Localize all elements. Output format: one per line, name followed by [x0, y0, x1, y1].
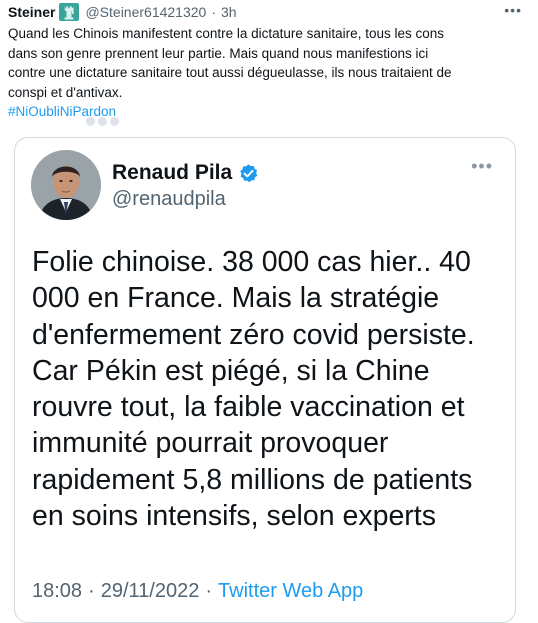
quoted-tweet-card[interactable]: Renaud Pila @renaudpila ••• Folie chinoi…: [14, 137, 516, 623]
quoted-text-line: rapidement 5,8 millions de patients: [32, 463, 473, 496]
author-name[interactable]: Steiner: [8, 4, 55, 20]
quoted-text-line: Folie chinoise. 38 000 cas hier.. 40: [32, 246, 471, 278]
quoted-author-handle[interactable]: @renaudpila: [112, 188, 226, 211]
tweet-text-line: conspi et d'antivax.: [8, 84, 123, 100]
tweet-text-line: dans son genre prennent leur partie. Mai…: [8, 45, 429, 61]
quoted-author-name[interactable]: Renaud Pila: [112, 161, 232, 185]
quoted-author-name-row[interactable]: Renaud Pila: [112, 161, 259, 185]
quoted-text-line: Car Pékin est piégé, si la Chine: [32, 354, 430, 387]
quoted-time[interactable]: 18:08: [32, 580, 82, 602]
quoted-tweet-meta: 18:08 · 29/11/2022 · Twitter Web App: [32, 580, 363, 603]
tweet: Steiner @Steiner61421320 · 3h ••• Quand …: [0, 0, 538, 623]
quoted-text-line: rouvre tout, la faible vaccination et: [32, 391, 465, 424]
quoted-tweet-text: Folie chinoise. 38 000 cas hier.. 40 000…: [32, 244, 502, 534]
avatar[interactable]: [31, 150, 101, 220]
meta-separator: ·: [205, 580, 213, 602]
statue-of-liberty-emoji-icon: [59, 3, 80, 21]
loading-dots-icon: [86, 113, 132, 126]
quoted-text-line: d'enfermement zéro covid persiste.: [32, 318, 475, 351]
tweet-text-line: contre une dictature sanitaire tout auss…: [8, 65, 452, 80]
tweet-text-line: Quand les Chinois manifestent contre la …: [8, 26, 444, 41]
quoted-more-options-icon[interactable]: •••: [471, 156, 493, 177]
source-link[interactable]: Twitter Web App: [218, 580, 363, 602]
verified-badge-icon: [240, 163, 258, 182]
quoted-date[interactable]: 29/11/2022: [101, 580, 200, 602]
quoted-text-line: en soins intensifs, selon experts: [32, 500, 436, 533]
quoted-text-line: immunité pourrait provoquer: [32, 427, 389, 460]
header-separator: ·: [211, 4, 216, 20]
tweet-text: Quand les Chinois manifestent contre la …: [8, 24, 523, 122]
quoted-text-line: 000 en France. Mais la stratégie: [32, 282, 440, 315]
meta-separator: ·: [88, 580, 95, 602]
tweet-header: Steiner @Steiner61421320 · 3h: [8, 2, 237, 22]
author-handle[interactable]: @Steiner61421320: [85, 4, 206, 20]
tweet-time[interactable]: 3h: [221, 4, 237, 20]
more-options-icon[interactable]: •••: [504, 2, 522, 18]
